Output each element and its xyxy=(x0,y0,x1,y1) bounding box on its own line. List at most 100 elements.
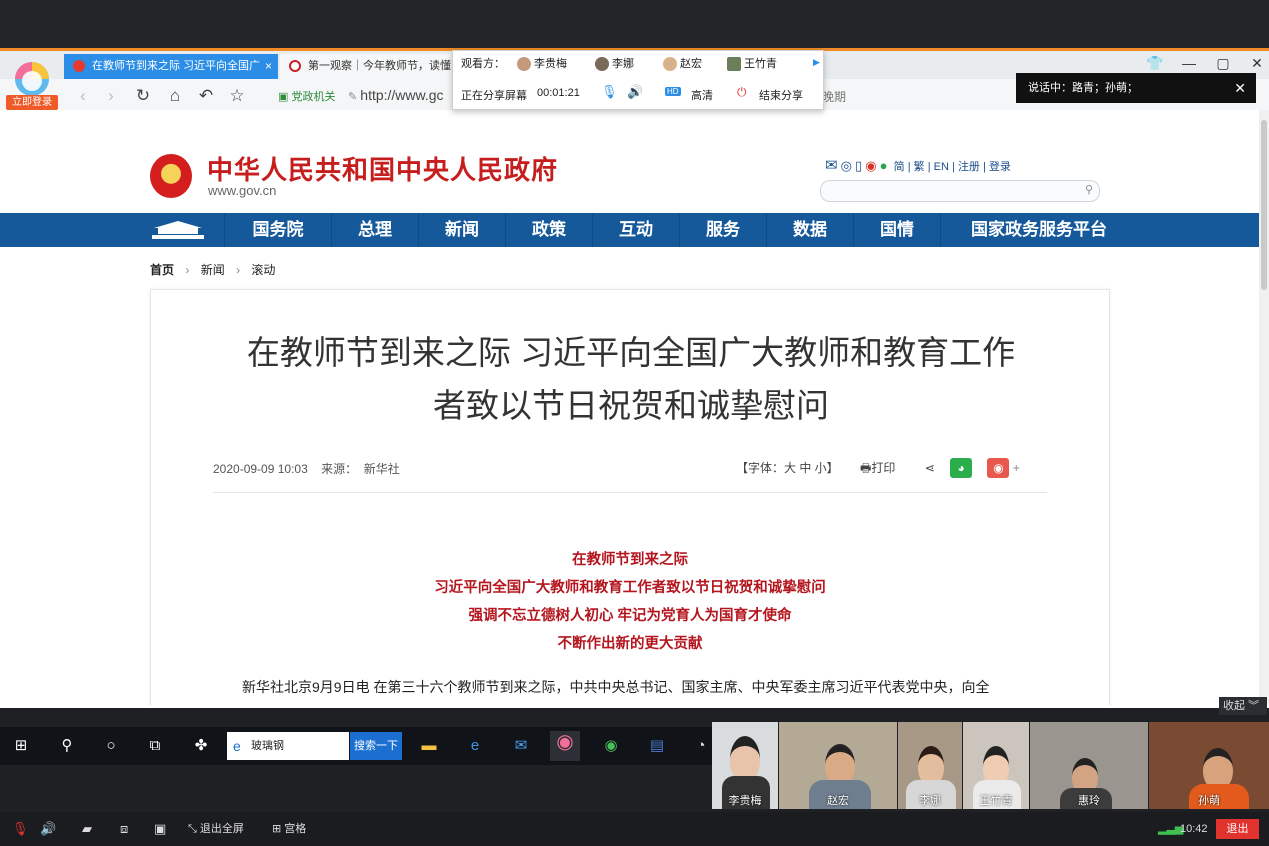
nav-state-council[interactable]: 国务院 xyxy=(224,213,331,247)
close-speaking-button[interactable]: ✕ xyxy=(1234,73,1246,103)
cortana-icon[interactable]: ○ xyxy=(100,735,122,757)
browser-logo[interactable]: 立即登录 xyxy=(6,57,58,111)
search-icon[interactable]: ⚲ xyxy=(56,735,78,757)
site-header: 中华人民共和国中央人民政府 www.gov.cn ✉ ◎ ▯ ◉ ● 简 | 繁… xyxy=(0,110,1259,213)
app-clock-icon[interactable]: ◔ xyxy=(690,735,712,757)
avatar xyxy=(595,57,609,72)
participant-video[interactable]: 王竹青 xyxy=(963,722,1029,809)
browser-360-taskbar-icon[interactable]: ◉ xyxy=(550,731,580,761)
tab-article[interactable]: 在教师节到来之际 习近平向全国广 × xyxy=(64,54,278,79)
screen-share-icon[interactable]: ⧈ xyxy=(120,822,128,836)
task-view-icon[interactable]: ⧉ xyxy=(144,735,166,757)
site-favicon-icon xyxy=(289,60,301,72)
link-traditional[interactable]: 繁 xyxy=(914,161,925,173)
maximize-button[interactable]: ▢ xyxy=(1212,55,1234,72)
forward-icon[interactable]: › xyxy=(100,85,122,107)
home-icon[interactable]: ⌂ xyxy=(164,85,186,107)
site-name[interactable]: 中华人民共和国中央人民政府 xyxy=(207,150,558,187)
article-title: 在教师节到来之际 习近平向全国广大教师和教育工作 者致以节日祝贺和诚挚慰问 xyxy=(246,334,1016,424)
participant-video[interactable]: 李贵梅 xyxy=(712,722,778,809)
wechat-icon[interactable]: ● xyxy=(880,158,888,173)
hd-quality-button[interactable]: 高清 xyxy=(691,87,713,103)
breadcrumb-home[interactable]: 首页 xyxy=(150,263,174,277)
taskbar-search-button[interactable]: 搜索一下 xyxy=(350,732,402,760)
breadcrumb-rolling[interactable]: 滚动 xyxy=(251,263,275,277)
weibo-share-icon[interactable]: ◉ xyxy=(987,458,1010,478)
mobile-icon[interactable]: ▯ xyxy=(855,158,862,173)
refresh-icon[interactable]: ↻ xyxy=(132,85,154,107)
app-green-icon[interactable]: ◉ xyxy=(600,735,622,757)
rss-icon[interactable]: ◎ xyxy=(841,158,852,173)
chat-icon[interactable]: ▣ xyxy=(154,822,166,836)
edge-icon[interactable]: e xyxy=(464,735,486,757)
login-badge[interactable]: 立即登录 xyxy=(6,95,58,110)
nav-data[interactable]: 数据 xyxy=(766,213,853,247)
search-icon[interactable]: ⚲ xyxy=(1085,183,1093,196)
link-register[interactable]: 注册 xyxy=(958,161,980,173)
speaking-text: 说话中：路青；孙萌； xyxy=(1028,82,1138,94)
tab-close-icon[interactable]: × xyxy=(265,54,272,79)
nav-national[interactable]: 国情 xyxy=(853,213,940,247)
power-icon: ⏻ xyxy=(737,85,747,99)
speaking-indicator: 说话中：路青；孙萌； ✕ xyxy=(1016,73,1256,103)
exit-meeting-button[interactable]: 退出 xyxy=(1216,819,1259,839)
minimize-button[interactable]: — xyxy=(1178,55,1200,71)
participant-video[interactable]: 惠玲 xyxy=(1030,722,1148,809)
tab-label: 在教师节到来之际 习近平向全国广 xyxy=(92,60,261,72)
microphone-icon[interactable]: 🎙 xyxy=(601,84,618,100)
print-icon[interactable]: 🖶 xyxy=(860,461,871,475)
print-button[interactable]: 打印 xyxy=(871,461,895,475)
link-english[interactable]: EN xyxy=(934,161,949,173)
breadcrumb-news[interactable]: 新闻 xyxy=(201,263,225,277)
mail-icon[interactable]: ✉ xyxy=(510,735,532,757)
document-icon[interactable]: ▤ xyxy=(646,735,668,757)
nav-premier[interactable]: 总理 xyxy=(331,213,418,247)
share-icon[interactable]: ⋖ xyxy=(925,461,935,475)
scroll-thumb[interactable] xyxy=(1261,120,1267,290)
tab-observation[interactable]: 第一观察｜今年教师节，读懂 xyxy=(280,54,452,79)
grid-view-button[interactable]: ⊞ 宫格 xyxy=(272,822,306,836)
nav-news[interactable]: 新闻 xyxy=(418,213,505,247)
speaker-icon[interactable]: 🔊 xyxy=(627,84,643,100)
nav-service-platform[interactable]: 国家政务服务平台 xyxy=(940,213,1137,247)
site-search-input[interactable]: ⚲ xyxy=(820,180,1100,202)
end-share-button[interactable]: 结束分享 xyxy=(759,87,803,103)
camera-icon[interactable]: ▰ xyxy=(82,822,92,836)
tiananmen-icon[interactable] xyxy=(150,219,206,241)
more-viewers-icon[interactable]: ▶ xyxy=(813,57,820,68)
back-icon[interactable]: ‹ xyxy=(72,85,94,107)
file-explorer-icon[interactable]: ▬ xyxy=(418,735,440,757)
participant-video[interactable]: 孙萌 xyxy=(1149,722,1269,809)
pinwheel-icon[interactable]: ✤ xyxy=(190,735,212,757)
undo-icon[interactable]: ↶ xyxy=(195,85,217,107)
participant-video[interactable]: 李娜 xyxy=(898,722,962,809)
font-size-selector[interactable]: 【字体：大 中 小】 xyxy=(736,461,839,475)
taskbar-search-input[interactable]: e 玻璃钢 xyxy=(227,732,349,760)
bookmark-party[interactable]: ▣ 党政机关 xyxy=(278,88,335,104)
email-icon[interactable]: ✉ xyxy=(825,157,838,174)
collapse-button[interactable]: 收起 ︾ xyxy=(1219,697,1267,715)
address-bar[interactable]: ✎ http://www.gc xyxy=(348,87,444,103)
shirt-skin-icon[interactable]: 👕 xyxy=(1144,55,1166,72)
divider xyxy=(213,492,1047,493)
windows-start-icon[interactable]: ⊞ xyxy=(10,735,32,757)
participant-video[interactable]: 赵宏 xyxy=(779,722,897,809)
web-page: 中华人民共和国中央人民政府 www.gov.cn ✉ ◎ ▯ ◉ ● 简 | 繁… xyxy=(0,110,1259,705)
nav-interaction[interactable]: 互动 xyxy=(592,213,679,247)
mic-muted-icon[interactable]: 🎙 xyxy=(12,822,29,836)
weibo-icon[interactable]: ◉ xyxy=(865,158,876,173)
speaker-icon[interactable]: 🔊 xyxy=(40,822,56,836)
more-share-icon[interactable]: + xyxy=(1013,461,1020,475)
wechat-share-icon[interactable]: ◕ xyxy=(950,458,973,478)
link-simplified[interactable]: 简 xyxy=(894,161,905,173)
address-tail: 晚期 xyxy=(822,90,847,104)
avatar xyxy=(663,57,677,72)
nav-policy[interactable]: 政策 xyxy=(505,213,592,247)
screen-share-panel: 观看方： 李贵梅 李娜 赵宏 王竹青 ▶ 正在分享屏幕 00:01:21 🎙 🔊… xyxy=(452,50,824,110)
favorite-star-icon[interactable]: ☆ xyxy=(226,85,248,107)
lead-line: 习近平向全国广大教师和教育工作者致以节日祝贺和诚挚慰问 xyxy=(434,580,826,596)
link-login[interactable]: 登录 xyxy=(989,161,1011,173)
close-window-button[interactable]: ✕ xyxy=(1246,55,1268,72)
exit-fullscreen-button[interactable]: ⤡ 退出全屏 xyxy=(188,822,244,836)
nav-service[interactable]: 服务 xyxy=(679,213,766,247)
